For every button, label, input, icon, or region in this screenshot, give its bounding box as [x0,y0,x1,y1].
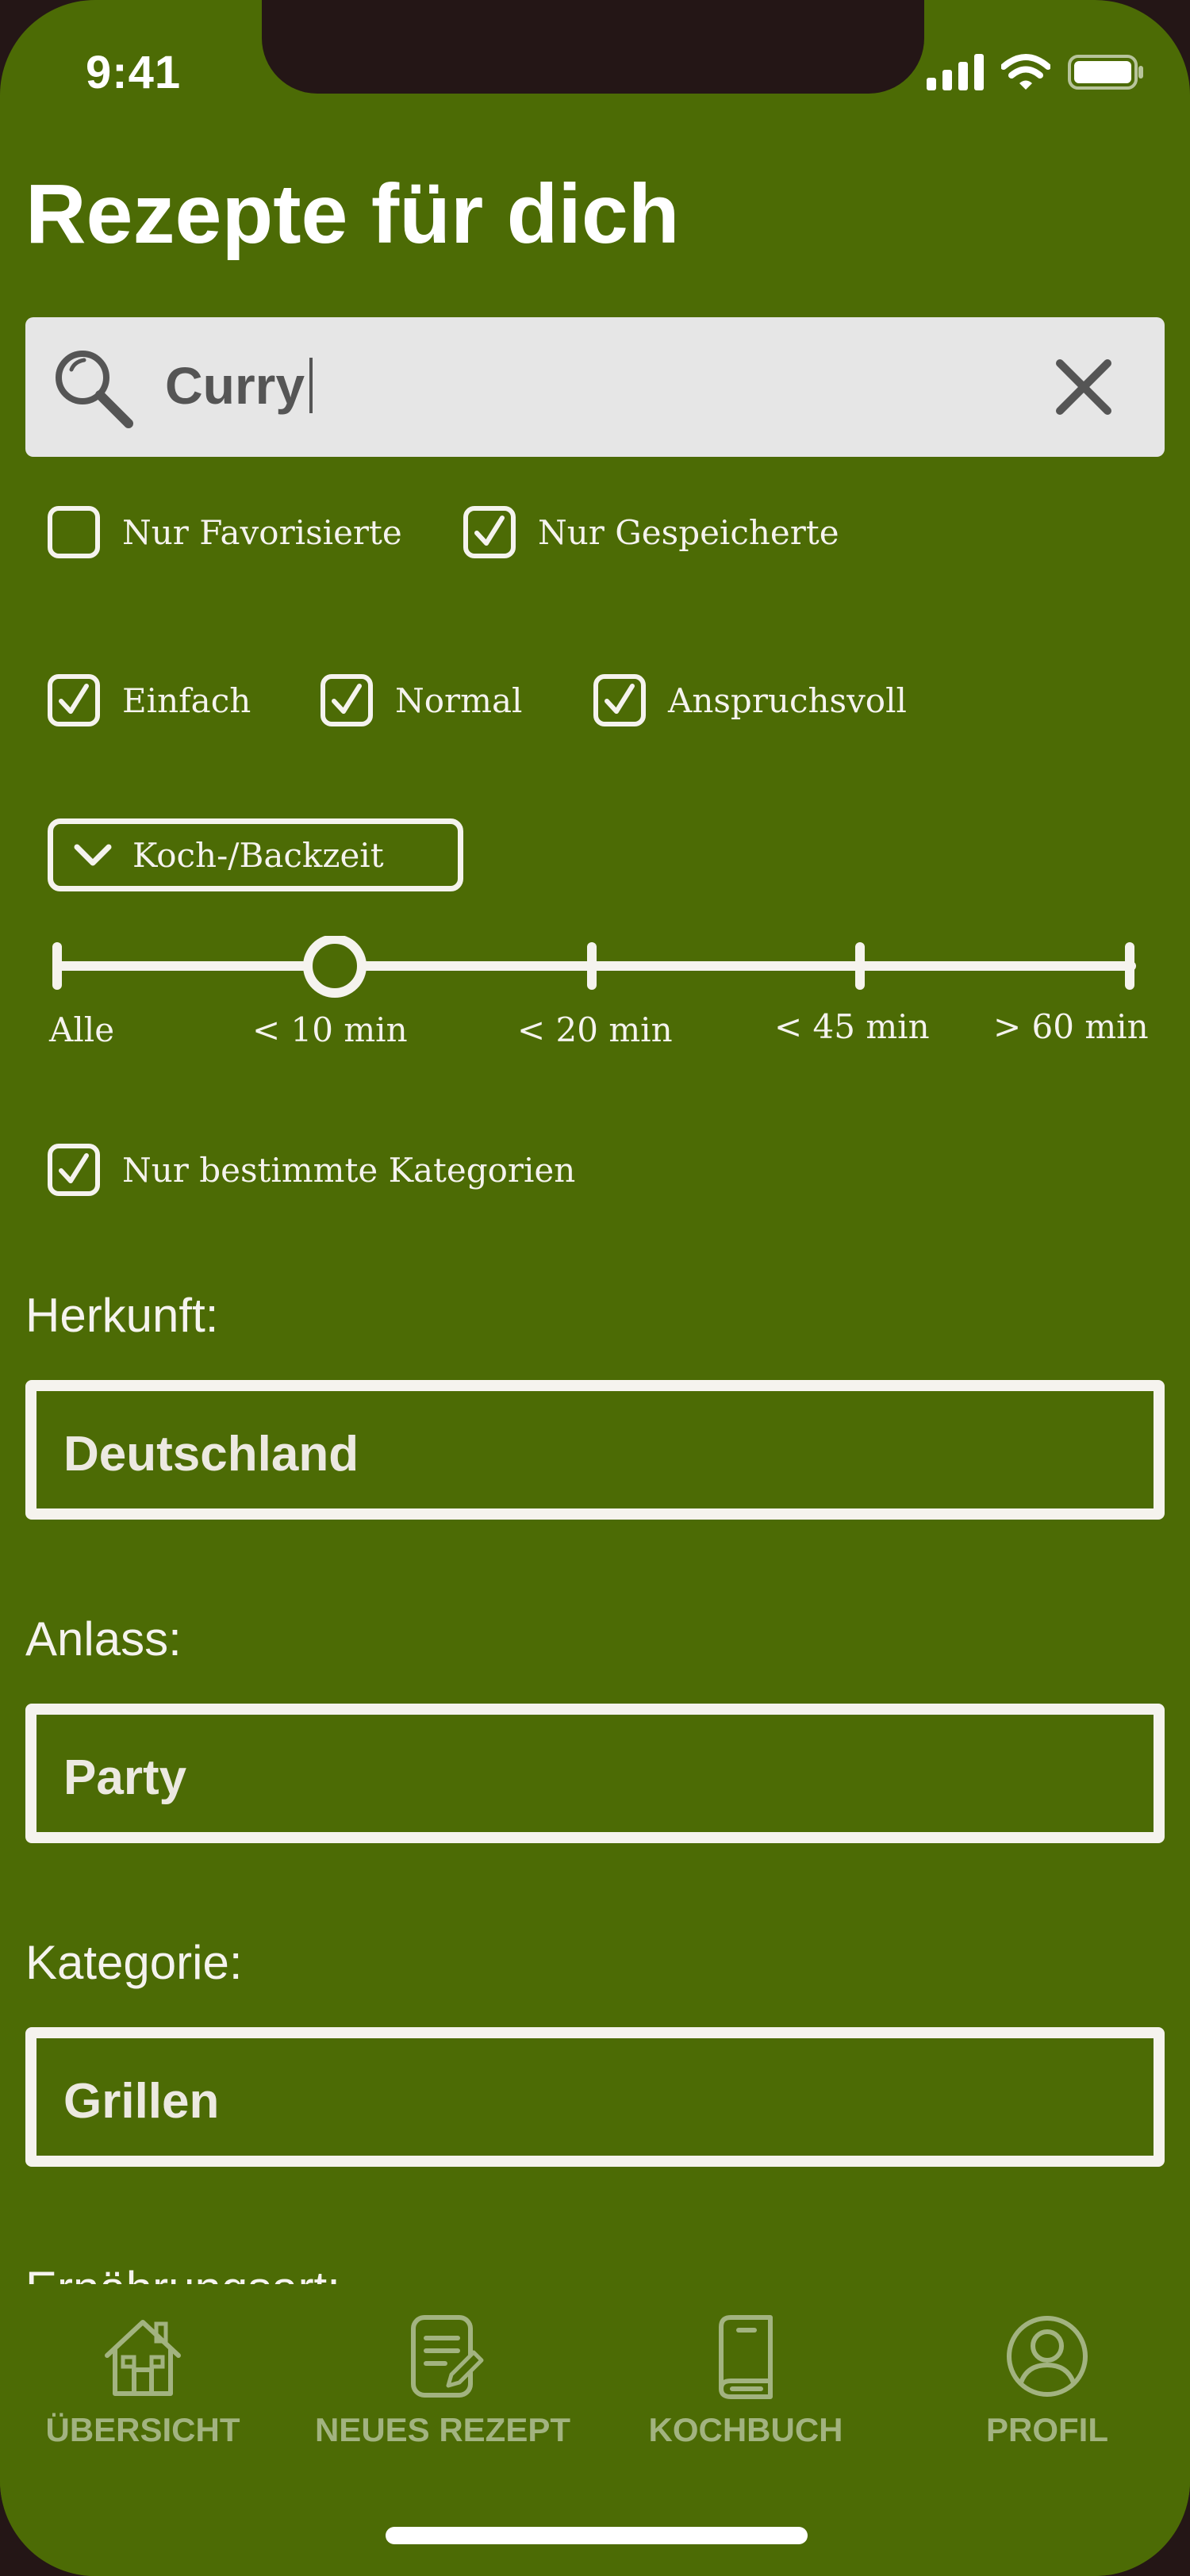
difficulty-hard-filter[interactable]: Anspruchsvoll [593,674,907,726]
phone-screen: 9:41 Rezepte für dich Curry Nur Favorisi… [0,0,1190,2576]
categories-only-checkbox[interactable] [48,1144,100,1196]
favorites-checkbox[interactable] [48,506,100,558]
tab-new-recipe-label: NEUES REZEPT [314,2411,571,2448]
checkmark-icon [59,1153,89,1183]
text-caret [309,358,313,413]
search-input[interactable]: Curry [165,355,313,416]
chevron-down-icon [74,844,112,866]
search-input-value: Curry [165,356,305,415]
book-icon [719,2315,773,2399]
home-icon [105,2320,181,2396]
slider-label-20[interactable]: < 20 min [517,1010,673,1049]
tab-new-recipe[interactable]: NEUES REZEPT [300,2284,585,2449]
normal-checkbox[interactable] [321,674,373,726]
slider-thumb [303,936,367,998]
page-title: Rezepte für dich [25,167,680,261]
normal-label: Normal [395,680,523,720]
slider-label-60[interactable]: > 60 min [993,1007,1149,1046]
hard-checkbox[interactable] [593,674,646,726]
category-select[interactable]: Grillen [25,2027,1165,2167]
tab-overview-label: ÜBERSICHT [45,2411,240,2448]
tab-profile[interactable]: PROFIL [904,2284,1190,2449]
cook-time-dropdown[interactable]: Koch-/Backzeit [48,818,463,891]
device-notch [262,0,924,94]
origin-label: Herkunft: [25,1289,219,1342]
cook-time-dropdown-label: Koch-/Backzeit [132,835,384,875]
occasion-value: Party [63,1750,187,1805]
tab-overview[interactable]: ÜBERSICHT [0,2284,286,2449]
wifi-icon [1001,54,1050,90]
saved-checkbox[interactable] [463,506,516,558]
diet-label: Ernährungsart: [25,2259,340,2284]
difficulty-easy-filter[interactable]: Einfach [48,674,251,726]
cook-time-slider[interactable] [48,936,1142,999]
category-value: Grillen [63,2074,220,2129]
checkmark-icon [332,684,362,714]
hard-label: Anspruchsvoll [668,680,907,720]
occasion-label: Anlass: [25,1612,182,1666]
categories-only-label: Nur bestimmte Kategorien [122,1150,576,1190]
tab-cookbook[interactable]: KOCHBUCH [603,2284,889,2449]
user-icon [1007,2316,1088,2397]
search-bar[interactable]: Curry [25,317,1165,457]
status-time: 9:41 [86,47,182,98]
favorites-filter[interactable]: Nur Favorisierte [48,506,402,558]
categories-only-filter[interactable]: Nur bestimmte Kategorien [48,1144,575,1196]
home-indicator[interactable] [386,2527,808,2544]
category-label: Kategorie: [25,1936,243,1989]
tab-cookbook-label: KOCHBUCH [648,2411,843,2448]
saved-label: Nur Gespeicherte [538,512,839,552]
favorites-label: Nur Favorisierte [122,512,402,552]
signal-icon [927,54,984,90]
origin-select[interactable]: Deutschland [25,1380,1165,1520]
edit-document-icon [411,2315,484,2398]
easy-checkbox[interactable] [48,674,100,726]
checkmark-icon [474,516,505,546]
slider-label-10[interactable]: < 10 min [252,1010,408,1049]
easy-label: Einfach [122,680,251,720]
tab-profile-label: PROFIL [986,2411,1108,2448]
checkmark-icon [605,684,635,714]
slider-label-alle[interactable]: Alle [49,1010,114,1049]
checkmark-icon [59,684,89,714]
occasion-select[interactable]: Party [25,1704,1165,1843]
origin-value: Deutschland [63,1427,359,1482]
search-icon [56,351,133,428]
status-icons [927,54,1144,90]
close-icon[interactable] [1052,355,1115,419]
slider-label-45[interactable]: < 45 min [774,1007,930,1046]
difficulty-normal-filter[interactable]: Normal [321,674,522,726]
saved-filter[interactable]: Nur Gespeicherte [463,506,839,558]
battery-icon [1068,55,1143,90]
